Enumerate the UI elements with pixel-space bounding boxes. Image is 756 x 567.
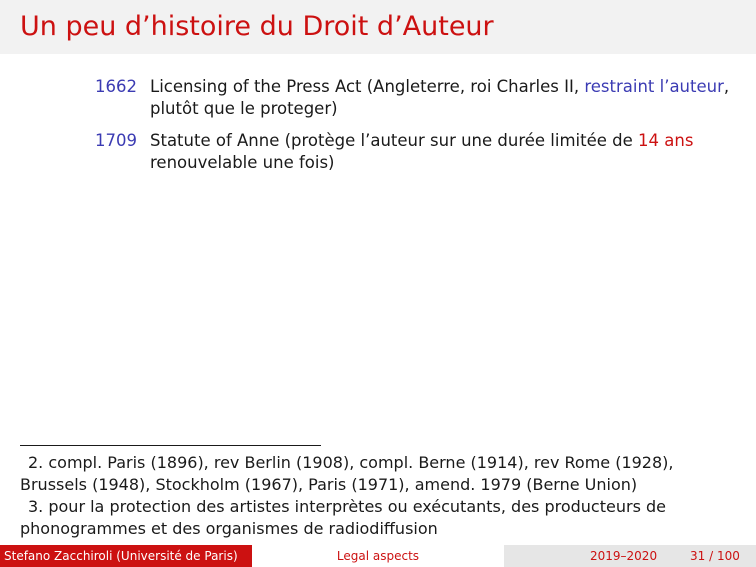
footer-year: 2019–2020	[590, 549, 658, 563]
slide-footer: Stefano Zacchiroli (Université de Paris)…	[0, 545, 756, 567]
footnote: 3. pour la protection des artistes inter…	[20, 496, 736, 540]
entry-year: 1709	[95, 131, 137, 150]
entry-text-part: Licensing of the Press Act (Angleterre, …	[150, 77, 585, 96]
slide-title-bar: Un peu d’histoire du Droit d’Auteur	[0, 0, 756, 54]
footnote-number: 2.	[28, 453, 44, 472]
footnote-separator	[20, 445, 321, 446]
entry-year: 1662	[95, 77, 137, 96]
entry-text: Licensing of the Press Act (Angleterre, …	[150, 76, 735, 120]
footnote-text: compl. Paris (1896), rev Berlin (1908), …	[20, 453, 674, 494]
footnote-text: pour la protection des artistes interprè…	[20, 497, 666, 538]
entry-highlight: 14 ans	[638, 131, 694, 150]
footnote-number: 3.	[28, 497, 44, 516]
footer-author: Stefano Zacchiroli (Université de Paris)	[4, 549, 238, 563]
footnotes: 2. compl. Paris (1896), rev Berlin (1908…	[20, 452, 736, 540]
footer-author-box: Stefano Zacchiroli (Université de Paris)	[0, 545, 252, 567]
entry-highlight: restraint l’auteur	[584, 77, 724, 96]
footer-page-number: 31 / 100	[690, 549, 740, 563]
entry-text: Statute of Anne (protège l’auteur sur un…	[150, 130, 735, 174]
slide-title: Un peu d’histoire du Droit d’Auteur	[20, 11, 494, 42]
footnote: 2. compl. Paris (1896), rev Berlin (1908…	[20, 452, 736, 496]
entry-text-part: Statute of Anne (protège l’auteur sur un…	[150, 131, 639, 150]
footer-topic: Legal aspects	[252, 545, 504, 567]
entry-text-part: renouvelable une fois)	[150, 153, 335, 172]
footer-info-box: 2019–2020 31 / 100	[504, 545, 756, 567]
